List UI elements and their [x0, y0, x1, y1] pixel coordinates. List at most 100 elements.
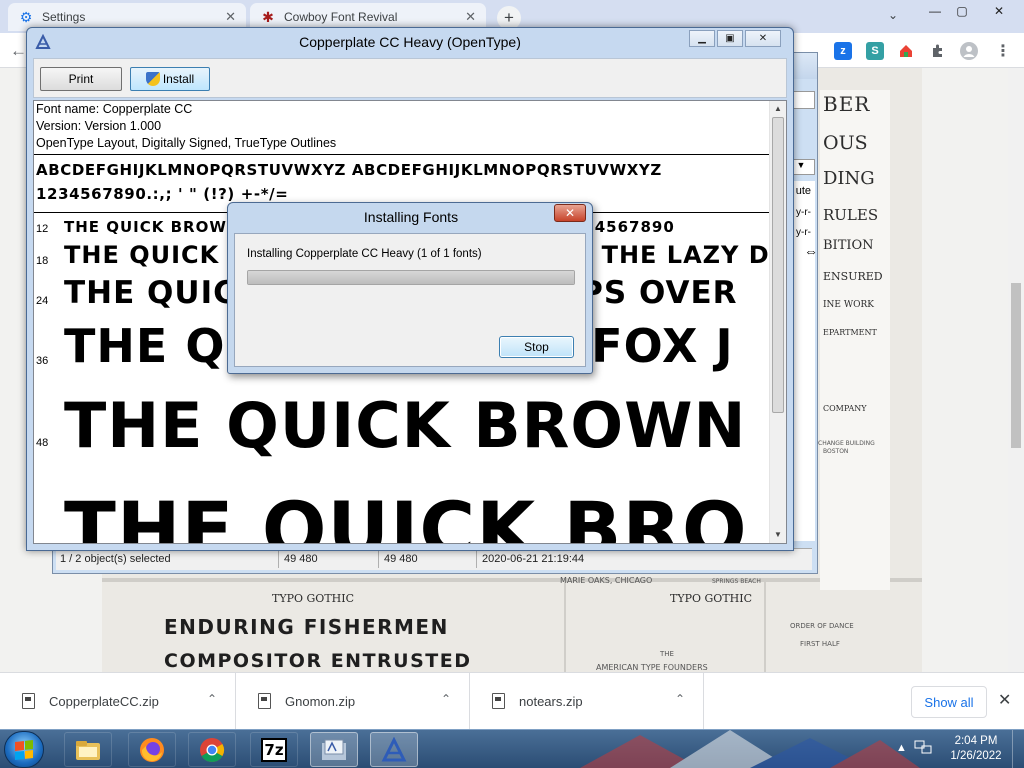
chevron-up-icon[interactable]: ⌃	[441, 692, 451, 706]
install-progress-bar	[247, 270, 575, 285]
clock-time: 2:04 PM	[954, 735, 998, 747]
chevron-up-icon[interactable]: ⌃	[675, 692, 685, 706]
close-downloads-icon[interactable]: ✕	[998, 690, 1011, 710]
7zip-label: 7z	[261, 737, 287, 762]
specimen-word: INE WORK	[823, 300, 874, 310]
page-scrollbar[interactable]	[1008, 68, 1024, 672]
dialog-title: Installing Fonts	[363, 209, 459, 225]
download-item[interactable]: CopperplateCC.zip ⌃	[0, 673, 236, 729]
tab-title: Cowboy Font Revival	[284, 10, 398, 24]
truncated-column-header: ute	[795, 185, 811, 197]
install-button[interactable]: Install	[130, 67, 210, 91]
specimen-word: ENSURED	[823, 270, 883, 283]
specimen-word: TYPO GOTHIC	[670, 592, 753, 605]
clock[interactable]: 2:04 PM 1/26/2022	[944, 734, 1008, 764]
scroll-down-icon[interactable]: ▼	[770, 527, 786, 543]
preview-scrollbar[interactable]: ▲ ▼	[769, 101, 786, 543]
specimen-word: ORDER OF DANCE	[790, 622, 854, 630]
asterisk-icon: ✱	[262, 8, 274, 25]
charset-digits: 1234567890.:,; ' " (!?) +-*/=	[36, 185, 289, 203]
specimen-word: RULES	[823, 206, 879, 224]
download-item[interactable]: Gnomon.zip ⌃	[236, 673, 470, 729]
extension-s-icon[interactable]: S	[866, 42, 884, 60]
more-menu-icon[interactable]: ⋮	[994, 42, 1012, 60]
folder-status-bar: 1 / 2 object(s) selected 49 480 49 480 2…	[56, 548, 812, 570]
specimen-word: THE	[660, 650, 674, 658]
specimen-word: EPARTMENT	[823, 328, 877, 337]
stop-button[interactable]: Stop	[499, 336, 574, 358]
sample-text: THE QUICK BROWN	[64, 389, 747, 462]
chevron-up-icon[interactable]: ⌃	[207, 692, 217, 706]
install-label: Install	[162, 72, 195, 86]
back-icon[interactable]: ←	[10, 41, 27, 61]
profile-icon[interactable]	[960, 42, 978, 60]
specimen-word: BOSTON	[823, 448, 849, 455]
scroll-up-icon[interactable]: ▲	[770, 101, 786, 117]
show-all-button[interactable]: Show all	[911, 686, 987, 718]
separator	[34, 154, 770, 155]
font-viewer-toolbar: Print Install	[33, 58, 787, 98]
specimen-word: TYPO GOTHIC	[272, 592, 355, 605]
chrome-icon[interactable]	[188, 732, 236, 767]
font-version: Version: Version 1.000	[36, 119, 162, 133]
tab-close-button[interactable]: ✕	[225, 9, 236, 25]
specimen-word: COMPANY	[823, 404, 867, 413]
font-name: Font name: Copperplate CC	[36, 102, 193, 116]
close-button[interactable]: ✕	[745, 30, 781, 47]
tab-search-button[interactable]: ⌄	[888, 8, 898, 22]
zip-file-icon	[22, 693, 35, 709]
install-message: Installing Copperplate CC Heavy (1 of 1 …	[247, 248, 482, 260]
download-item[interactable]: notears.zip ⌃	[470, 673, 704, 729]
zip-file-icon	[258, 693, 271, 709]
maximize-button[interactable]: ▢	[947, 0, 977, 22]
truncated-cell: y-r-	[796, 227, 811, 238]
specimen-word: BITION	[823, 238, 874, 253]
downloads-bar: CopperplateCC.zip ⌃ Gnomon.zip ⌃ notears…	[0, 672, 1024, 729]
specimen-word: CHANGE BUILDING	[818, 440, 875, 447]
font-viewer-titlebar[interactable]: Copperplate CC Heavy (OpenType) ▁ ▣ ✕	[27, 28, 793, 56]
sample-size-label: 48	[36, 437, 49, 449]
sample-size-label: 18	[36, 255, 49, 267]
close-window-button[interactable]: ✕	[984, 0, 1014, 22]
clock-date: 1/26/2022	[950, 750, 1002, 762]
preview-scrollbar-thumb[interactable]	[772, 117, 784, 413]
specimen-word: FIRST HALF	[800, 640, 840, 648]
charset-letters: ABCDEFGHIJKLMNOPQRSTUVWXYZ ABCDEFGHIJKLM…	[36, 161, 662, 179]
gear-icon: ⚙	[19, 8, 33, 25]
tab-title: Settings	[42, 10, 86, 24]
wallpaper-graphic	[580, 730, 920, 768]
print-button[interactable]: Print	[40, 67, 122, 91]
7zip-icon[interactable]: 7z	[250, 732, 298, 767]
puzzle-icon[interactable]	[929, 42, 947, 60]
minimize-button[interactable]: ▁	[689, 30, 715, 47]
installing-fonts-dialog: Installing Fonts ✕ Installing Copperplat…	[227, 202, 593, 374]
specimen-word: ENDURING FISHERMEN	[164, 615, 449, 639]
windows-logo-icon	[15, 739, 33, 760]
minimize-button[interactable]: —	[920, 0, 950, 22]
specimen-word: COMPOSITOR ENTRUSTED	[164, 650, 472, 672]
tab-close-button[interactable]: ✕	[465, 9, 476, 25]
page-scrollbar-thumb[interactable]	[1011, 283, 1021, 448]
file-date: 2020-06-21 21:19:44	[482, 553, 585, 565]
dialog-close-button[interactable]: ✕	[554, 204, 586, 222]
file-size: 49 480	[384, 553, 418, 565]
specimen-word: MARIE OAKS, CHICAGO	[560, 576, 653, 585]
sample-size-label: 12	[36, 223, 49, 235]
specimen-word: SPRINGS BEACH	[712, 578, 761, 585]
extension-z-icon[interactable]: z	[834, 42, 852, 60]
download-filename: notears.zip	[519, 693, 583, 709]
progress-fill	[248, 271, 574, 284]
start-button[interactable]	[4, 731, 44, 768]
specimen-word: DING	[823, 168, 875, 189]
font-viewer-icon[interactable]	[370, 732, 418, 767]
file-size: 49 480	[284, 553, 318, 565]
dialog-body: Installing Copperplate CC Heavy (1 of 1 …	[234, 233, 586, 367]
maximize-button[interactable]: ▣	[717, 30, 743, 47]
home-icon[interactable]	[897, 42, 915, 60]
font-folder-icon[interactable]	[310, 732, 358, 767]
font-viewer-title: Copperplate CC Heavy (OpenType)	[299, 34, 521, 50]
firefox-icon[interactable]	[128, 732, 176, 767]
download-filename: Gnomon.zip	[285, 693, 356, 709]
show-desktop-button[interactable]	[1012, 730, 1024, 768]
explorer-icon[interactable]	[64, 732, 112, 767]
